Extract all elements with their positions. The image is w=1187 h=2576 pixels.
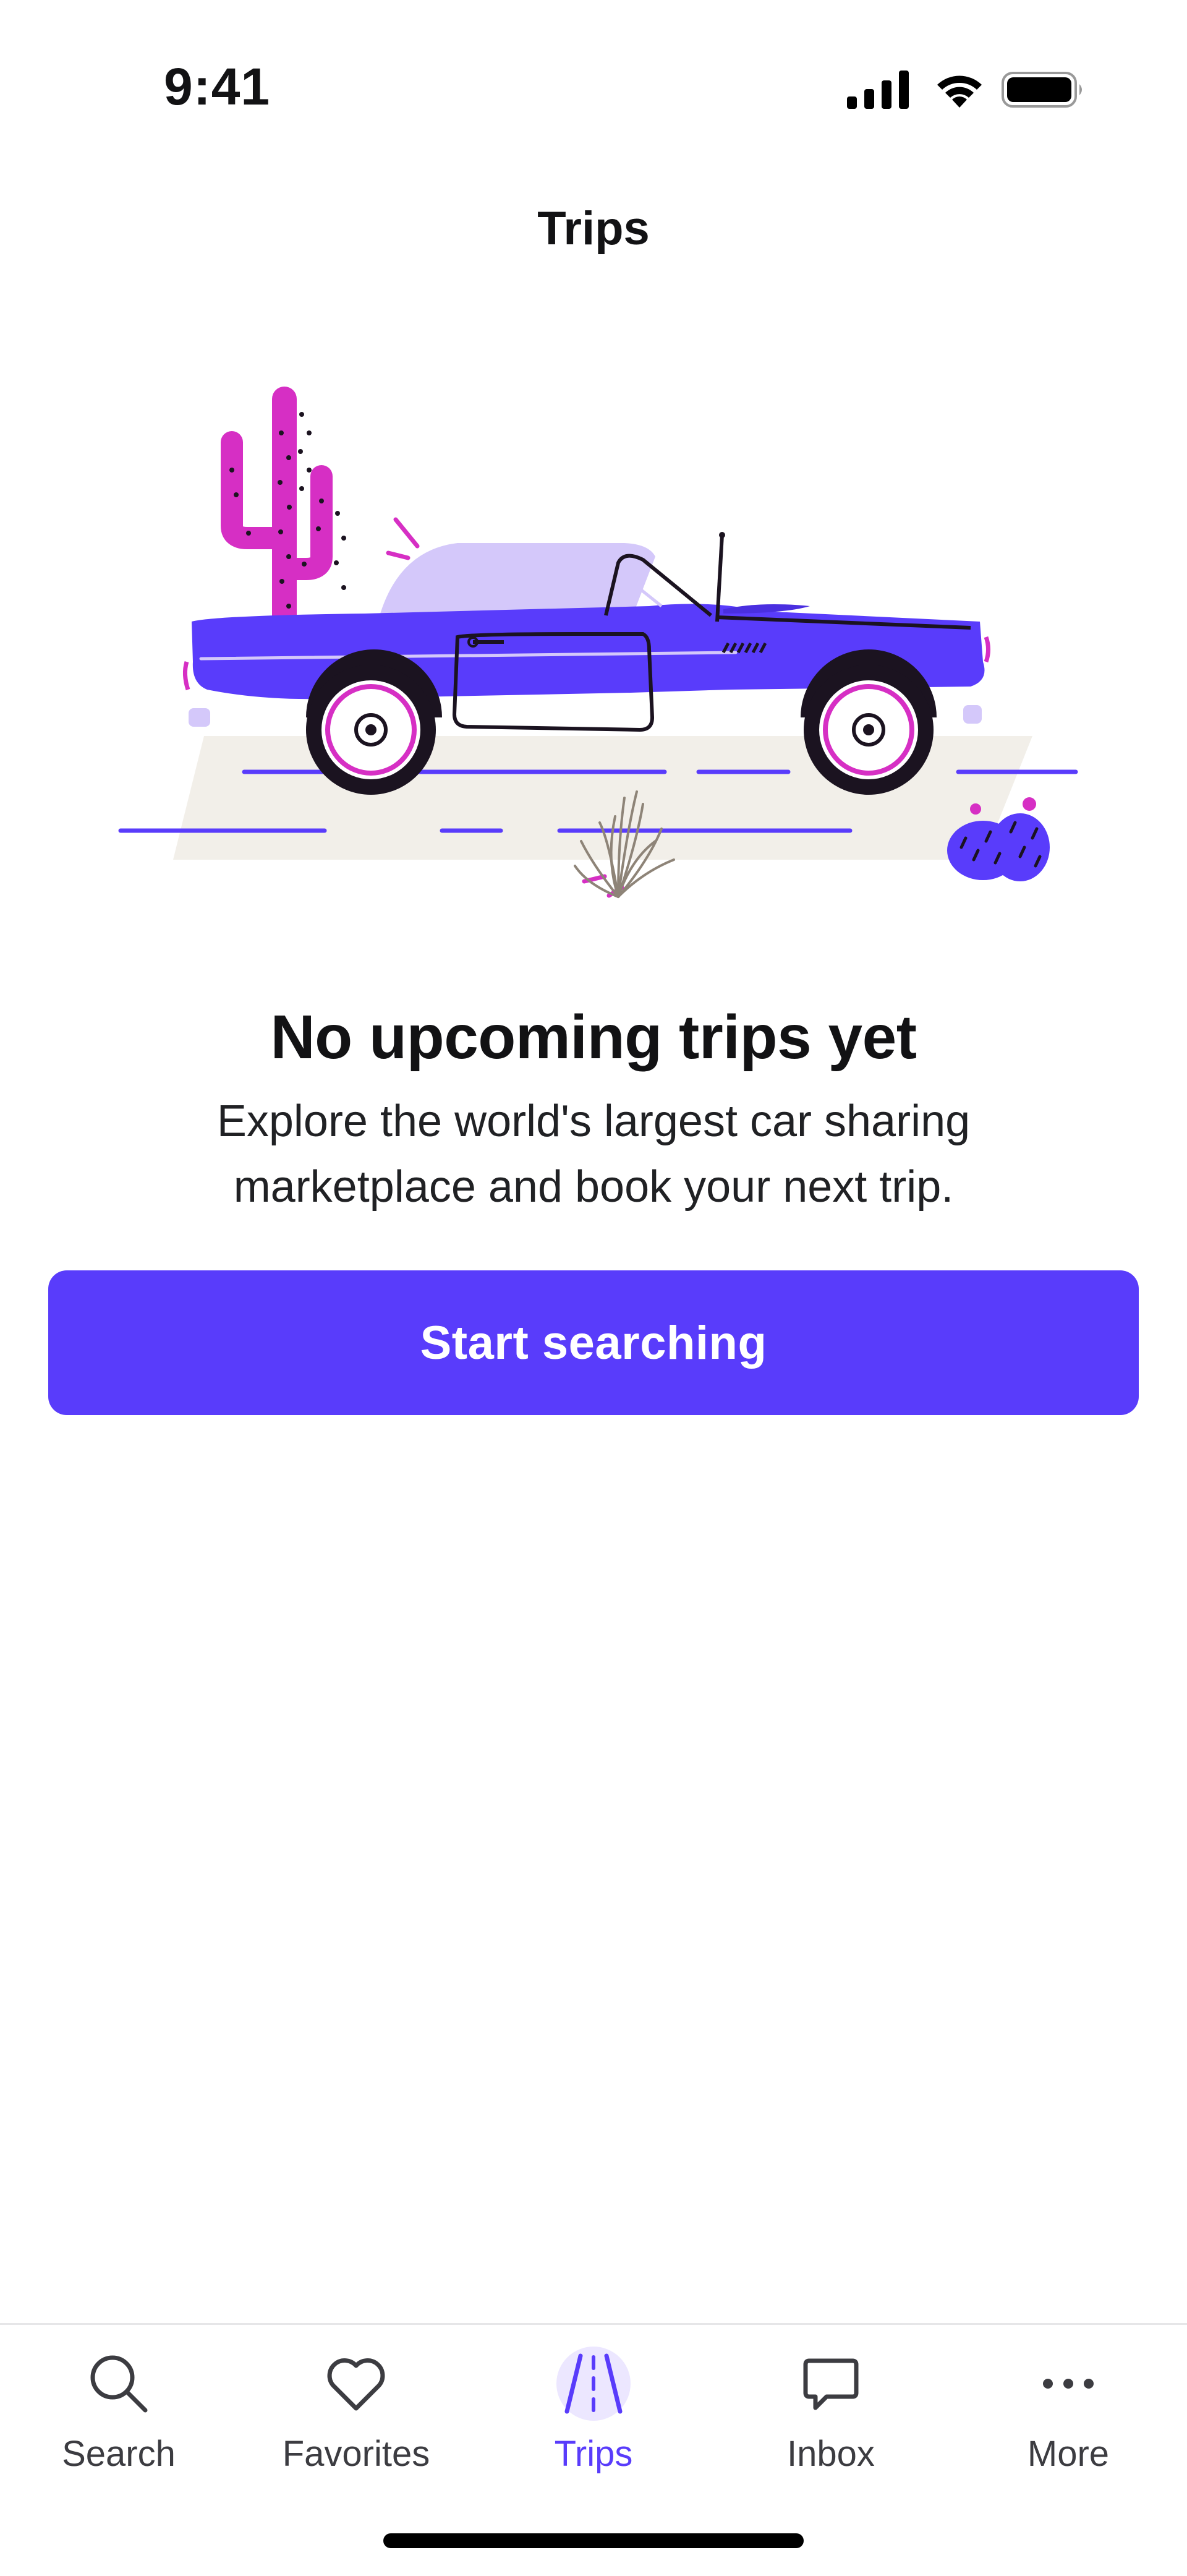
car-wheel-rear <box>306 665 436 795</box>
tab-more[interactable]: More <box>950 2325 1187 2510</box>
tab-label-trips: Trips <box>554 2434 633 2474</box>
tab-label-favorites: Favorites <box>282 2434 430 2474</box>
tab-trips[interactable]: Trips <box>475 2325 712 2510</box>
tab-search[interactable]: Search <box>0 2325 237 2510</box>
battery-icon <box>1002 72 1082 108</box>
page-title: Trips <box>537 202 650 255</box>
tab-label-search: Search <box>62 2434 176 2474</box>
empty-state-title: No upcoming trips yet <box>270 1003 917 1072</box>
tab-label-more: More <box>1027 2434 1110 2474</box>
tab-label-inbox: Inbox <box>787 2434 875 2474</box>
status-bar: 9:41 <box>0 0 1187 148</box>
wifi-icon <box>937 75 982 108</box>
status-icons <box>847 67 1088 110</box>
home-indicator <box>383 2533 804 2548</box>
more-dots-icon <box>1028 2343 1108 2424</box>
tab-favorites[interactable]: Favorites <box>237 2325 475 2510</box>
convertible-car-illustration <box>105 371 1094 915</box>
empty-state-description: Explore the world's largest car sharing … <box>216 1097 971 1212</box>
search-icon <box>79 2343 159 2424</box>
start-searching-label: Start searching <box>420 1316 767 1369</box>
start-searching-button[interactable]: Start searching <box>48 1270 1139 1415</box>
car-wheel-front <box>804 665 934 795</box>
chat-bubble-icon <box>791 2343 871 2424</box>
cellular-signal-icon <box>847 71 909 109</box>
road-icon <box>553 2343 634 2424</box>
status-time: 9:41 <box>164 58 271 116</box>
heart-icon <box>316 2343 396 2424</box>
tab-inbox[interactable]: Inbox <box>712 2325 950 2510</box>
cactus <box>221 387 346 649</box>
